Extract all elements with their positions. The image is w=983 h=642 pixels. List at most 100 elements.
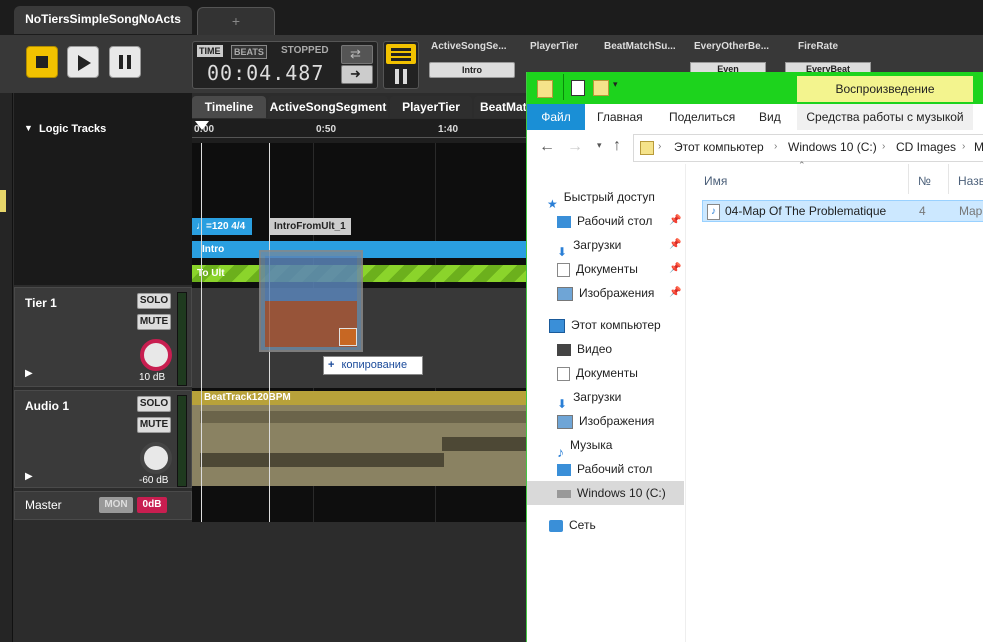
monitor-button[interactable]: MON [99, 497, 133, 513]
nav-this-pc[interactable]: Этот компьютер [549, 313, 661, 337]
follow-button[interactable]: ➜ [341, 65, 373, 84]
properties-icon[interactable] [571, 80, 585, 96]
tab-view[interactable]: Вид [759, 104, 781, 130]
expand-icon[interactable]: ▶ [25, 471, 33, 482]
download-icon: ⬇ [557, 396, 568, 411]
breadcrumb-this-pc[interactable]: Этот компьютер [674, 140, 764, 154]
audio-clip-body[interactable] [192, 405, 532, 486]
playhead-line [201, 143, 202, 522]
nav-downloads[interactable]: ⬇ Загрузки [557, 385, 621, 411]
video-icon [557, 343, 571, 356]
document-icon [557, 366, 570, 381]
ribbon-tabs: Файл Главная Поделиться Вид Средства раб… [527, 104, 983, 131]
back-arrow-icon[interactable]: ← [539, 138, 555, 156]
tab-timeline[interactable]: Timeline [192, 96, 266, 118]
stop-icon [36, 56, 48, 68]
expand-icon[interactable]: ▶ [25, 368, 33, 379]
nav-documents-pinned[interactable]: Документы [557, 257, 638, 281]
tab-share[interactable]: Поделиться [669, 104, 735, 130]
quick-access-dropdown-icon[interactable]: ▾ [613, 79, 618, 90]
master-level[interactable]: 0dB [137, 497, 167, 513]
loop-button[interactable]: ⇄ [341, 45, 373, 64]
breadcrumb-cd-images[interactable]: CD Images [896, 140, 956, 154]
nav-videos[interactable]: Видео [557, 337, 612, 361]
tab-player-tier[interactable]: PlayerTier [390, 96, 472, 118]
nav-pictures-pinned[interactable]: Изображения [557, 281, 654, 305]
nav-desktop[interactable]: Рабочий стол [557, 457, 652, 481]
tab-active-song-segment[interactable]: ActiveSongSegment [268, 96, 388, 118]
nav-network[interactable]: Сеть [549, 513, 596, 537]
tab-beat-match[interactable]: BeatMat [474, 96, 532, 118]
column-name[interactable]: Имя [704, 174, 727, 188]
pause-button[interactable] [109, 46, 141, 78]
music-note-icon: ♪ [557, 443, 564, 460]
column-number[interactable]: № [918, 174, 931, 188]
tab-home[interactable]: Главная [597, 104, 643, 130]
param-label-beat-match: BeatMatchSu... [604, 41, 676, 52]
tab-music-tools[interactable]: Средства работы с музыкой [797, 104, 973, 130]
ruler-mark: 0:50 [316, 124, 337, 135]
file-row-selected[interactable]: ♪ 04-Map Of The Problematique 4 Map [702, 200, 983, 222]
mute-button[interactable]: MUTE [137, 417, 171, 433]
breadcrumb-drive[interactable]: Windows 10 (C:) [788, 140, 877, 154]
volume-readout: -60 dB [139, 475, 169, 486]
song-tab[interactable]: NoTiersSimpleSongNoActs [14, 6, 192, 34]
logic-tracks-header: ▼ Logic Tracks [14, 93, 192, 285]
explorer-titlebar: ▾ Воспроизведение [527, 72, 983, 104]
param-label-fire-rate: FireRate [798, 41, 839, 52]
pause-icon [119, 55, 123, 69]
track-name: Tier 1 [25, 296, 57, 310]
address-bar[interactable]: › Этот компьютер › Windows 10 (C:) › CD … [633, 134, 983, 162]
play-icon [78, 55, 91, 71]
ruler-mark: 1:40 [438, 124, 459, 135]
new-folder-icon[interactable] [593, 80, 609, 96]
nav-drive-c-selected[interactable]: Windows 10 (C:) [527, 481, 684, 505]
nav-documents[interactable]: Документы [557, 361, 638, 385]
up-arrow-icon[interactable]: ↑ [613, 137, 621, 155]
nav-music[interactable]: ♪ Музыка [557, 433, 612, 460]
document-icon [557, 262, 570, 277]
mixer-toggle[interactable] [383, 41, 419, 89]
mute-button[interactable]: MUTE [137, 314, 171, 330]
navigation-bar: ← → ▾ ↑ › Этот компьютер › Windows 10 (C… [527, 130, 983, 164]
tab-file[interactable]: Файл [527, 104, 585, 130]
file-track-number: 4 [919, 204, 926, 218]
solo-button[interactable]: SOLO [137, 396, 171, 412]
param-value-active-song-segment[interactable]: Intro [429, 62, 515, 78]
volume-knob[interactable] [140, 442, 172, 474]
song-tab-bar: NoTiersSimpleSongNoActs + [0, 0, 983, 35]
computer-icon [549, 318, 565, 333]
network-icon [549, 519, 563, 532]
panel-handle[interactable] [0, 190, 6, 212]
new-tab-button[interactable]: + [197, 7, 275, 35]
time-readout: 00:04.487 [207, 61, 325, 85]
region-marker[interactable]: IntroFromUlt_1 [269, 218, 351, 235]
play-button[interactable] [67, 46, 99, 78]
nav-downloads-pinned[interactable]: ⬇ Загрузки [557, 233, 621, 259]
forward-arrow-icon[interactable]: → [567, 138, 583, 156]
collapse-icon[interactable]: ▼ [24, 123, 33, 133]
nav-desktop-pinned[interactable]: Рабочий стол [557, 209, 652, 233]
nav-pictures[interactable]: Изображения [557, 409, 654, 433]
transport-clock: TIME BEATS STOPPED 00:04.487 ⇄ ➜ [192, 41, 378, 89]
file-list: ⌃ Имя № Назв ♪ 04-Map Of The Problematiq… [686, 160, 983, 642]
column-title[interactable]: Назв [958, 174, 983, 188]
pictures-icon [557, 286, 573, 301]
transport-status: STOPPED [281, 45, 329, 56]
solo-button[interactable]: SOLO [137, 293, 171, 309]
time-mode-badge[interactable]: TIME [197, 45, 223, 57]
timeline-ruler[interactable]: 0:00 0:50 1:40 [192, 119, 532, 143]
track-audio-1: Audio 1 SOLO MUTE -60 dB ▶ [14, 390, 192, 488]
audio-clip-header[interactable]: BeatTrack120BPM [192, 391, 532, 405]
playhead-icon[interactable] [195, 121, 209, 131]
beats-mode-badge[interactable]: BEATS [231, 45, 267, 59]
nav-quick-access[interactable]: ★ Быстрый доступ [547, 185, 655, 211]
stop-button[interactable] [26, 46, 58, 78]
level-meter [177, 292, 187, 386]
recent-dropdown-icon[interactable]: ▾ [597, 140, 602, 151]
loop-icon: ⇄ [350, 46, 361, 61]
breadcrumb-current[interactable]: M [974, 140, 983, 154]
sort-ascending-icon: ⌃ [798, 160, 806, 170]
volume-knob[interactable] [140, 339, 172, 371]
pictures-icon [557, 414, 573, 429]
